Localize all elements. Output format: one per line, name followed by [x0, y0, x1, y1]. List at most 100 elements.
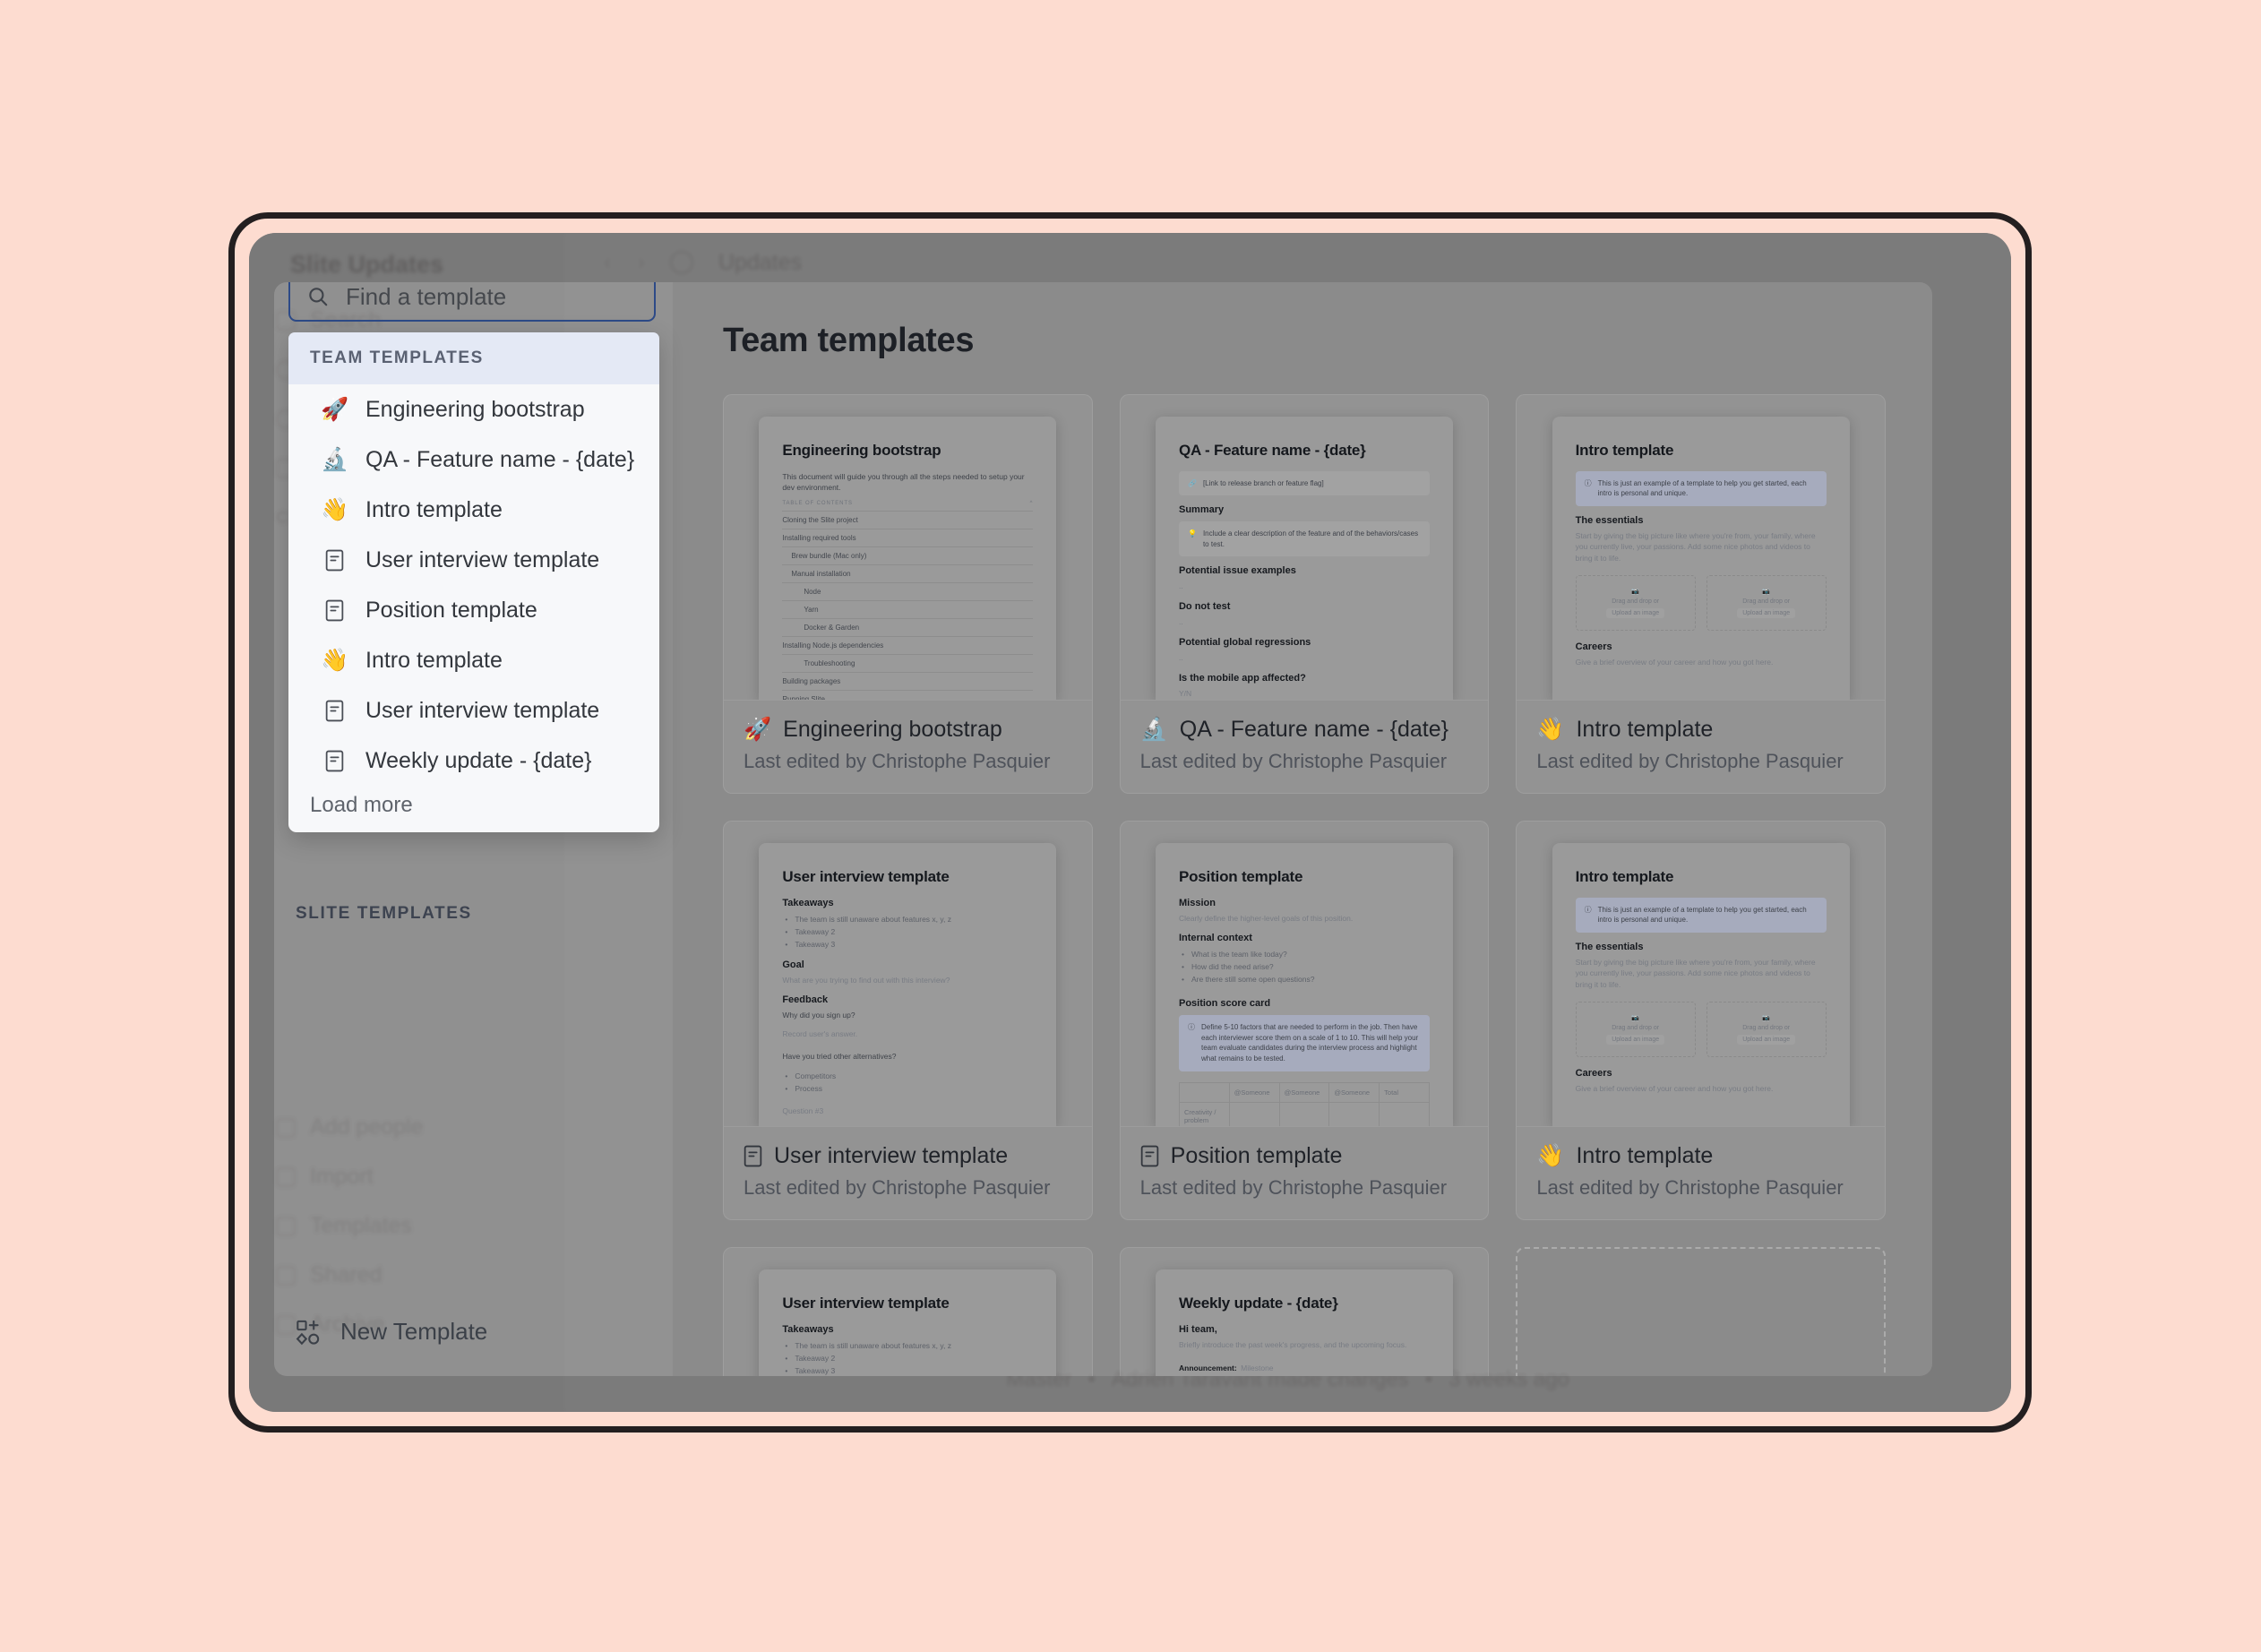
card-preview: User interview template Takeaways The te…	[724, 1248, 1092, 1376]
thumb-section-heading: Is the mobile app affected?	[1178, 672, 1306, 684]
image-icon: 📷	[1631, 1014, 1640, 1021]
dropdown-load-more-button[interactable]: Load more	[288, 786, 659, 823]
thumb-toc-label: TABLE OF CONTENTS ^	[782, 501, 1034, 512]
dropdown-item-qa-feature[interactable]: 🔬 QA - Feature name - {date}	[288, 435, 659, 485]
thumb-upload-row: 📷 Drag and drop or Upload an image 📷 Dra…	[1575, 1001, 1827, 1057]
document-icon	[744, 1145, 762, 1167]
summary-callout-text: Include a clear description of the featu…	[1202, 529, 1419, 548]
dropdown-item-label: Intro template	[365, 647, 503, 673]
wave-emoji: 👋	[321, 647, 349, 673]
thumb-takeaways-heading: Takeaways	[782, 897, 834, 908]
document-thumbnail: Intro template ⓘ This is just an example…	[1552, 843, 1850, 1126]
thumb-list-item: Takeaway 3	[782, 1364, 1033, 1376]
document-thumbnail: Weekly update - {date} Hi team, Briefly …	[1155, 1269, 1453, 1376]
dropdown-item-label: User interview template	[365, 546, 600, 572]
thumb-question-1: Why did you sign up?	[782, 1011, 855, 1020]
document-icon	[321, 700, 348, 722]
thumb-summary-heading: Summary	[1178, 504, 1225, 516]
table-cell	[1380, 1103, 1429, 1126]
thumb-list-item: How did the need arise?	[1179, 960, 1430, 973]
template-card-qa-feature[interactable]: QA - Feature name - {date} 🔗 [Link to re…	[1119, 394, 1490, 794]
thumb-list-item: What is the team like today?	[1179, 948, 1430, 960]
card-caption: 👋 Intro template Last edited by Christop…	[1517, 700, 1885, 793]
template-card-weekly-update[interactable]: Weekly update - {date} Hi team, Briefly …	[1119, 1247, 1490, 1376]
toc-row: Cloning the Slite project	[782, 512, 1034, 530]
thumb-careers-heading: Careers	[1575, 641, 1612, 652]
load-more-card-button[interactable]: Load more	[1516, 1247, 1886, 1376]
scorecard-callout-text: Define 5-10 factors that are needed to p…	[1200, 1023, 1419, 1063]
thumb-heading: User interview template	[782, 1295, 950, 1312]
card-title-row: 🔬 QA - Feature name - {date}	[1140, 717, 1469, 743]
new-template-label: New Template	[340, 1318, 488, 1345]
template-card-position[interactable]: Position template Mission Clearly define…	[1119, 821, 1490, 1220]
toc-label-text: TABLE OF CONTENTS	[782, 501, 853, 507]
template-card-user-interview-2[interactable]: User interview template Takeaways The te…	[723, 1247, 1093, 1376]
toc-row: Installing required tools	[782, 529, 1034, 548]
thumb-question-2: Have you tried other alternatives?	[782, 1051, 897, 1061]
dropdown-item-engineering-bootstrap[interactable]: 🚀 Engineering bootstrap	[288, 384, 659, 435]
dropdown-item-intro-template-2[interactable]: 👋 Intro template	[288, 635, 659, 685]
rocket-emoji: 🚀	[321, 396, 349, 422]
upload-hint: Drag and drop or	[1742, 598, 1791, 605]
thumb-section-value: ..	[1178, 581, 1183, 591]
thumb-upload-row: 📷 Drag and drop or Upload an image 📷 Dra…	[1575, 574, 1827, 631]
dropdown-item-label: Position template	[365, 597, 537, 623]
template-card-intro-template[interactable]: Intro template ⓘ This is just an example…	[1516, 394, 1886, 794]
templates-modal: Find a template TEAM TEMPLATES 🚀 Enginee…	[274, 282, 1932, 1376]
thumb-heading: Weekly update - {date}	[1178, 1295, 1338, 1312]
card-title-row: User interview template	[744, 1143, 1072, 1169]
image-icon: 📷	[1762, 1014, 1771, 1021]
card-caption: User interview template Last edited by C…	[724, 1126, 1092, 1219]
thumb-takeaways-heading: Takeaways	[782, 1323, 834, 1335]
template-dropdown: TEAM TEMPLATES 🚀 Engineering bootstrap 🔬…	[288, 332, 659, 832]
announcement-value: Milestone	[1241, 1364, 1274, 1373]
toc-row: Manual installation	[782, 565, 1034, 584]
dropdown-item-position-template[interactable]: Position template	[288, 585, 659, 635]
upload-chip: Upload an image	[1606, 1034, 1665, 1045]
card-subtitle: Last edited by Christophe Pasquier	[1139, 1176, 1448, 1199]
card-title: User interview template	[774, 1143, 1009, 1168]
card-preview: Intro template ⓘ This is just an example…	[1517, 395, 1885, 700]
toc-row: Installing Node.js dependencies	[782, 637, 1034, 656]
dropdown-item-user-interview-template-2[interactable]: User interview template	[288, 685, 659, 736]
search-icon	[306, 285, 330, 308]
dropdown-item-weekly-update[interactable]: Weekly update - {date}	[288, 736, 659, 786]
thumb-scorecard-table: @Someone @Someone @Someone Total Creativ…	[1178, 1081, 1430, 1126]
document-thumbnail: Engineering bootstrap This document will…	[759, 417, 1057, 700]
card-preview: QA - Feature name - {date} 🔗 [Link to re…	[1121, 395, 1489, 700]
toc-row: Docker & Garden	[782, 619, 1034, 638]
slite-templates-section-label: SLITE TEMPLATES	[296, 904, 472, 923]
template-card-engineering-bootstrap[interactable]: Engineering bootstrap This document will…	[723, 394, 1093, 794]
table-cell	[1329, 1102, 1380, 1126]
dropdown-item-intro-template[interactable]: 👋 Intro template	[288, 485, 659, 535]
image-icon: 📷	[1762, 588, 1771, 595]
search-input[interactable]: Find a template	[288, 282, 656, 322]
thumb-question-1-hint: Record user's answer.	[782, 1029, 858, 1039]
toc-row: Building packages	[782, 673, 1034, 692]
dropdown-item-user-interview-template[interactable]: User interview template	[288, 535, 659, 585]
upload-hint: Drag and drop or	[1612, 598, 1660, 605]
thumb-scorecard-callout: ⓘ Define 5-10 factors that are needed to…	[1178, 1015, 1430, 1071]
dropdown-item-label: Intro template	[365, 496, 503, 522]
thumb-careers-text: Give a brief overview of your career and…	[1575, 1083, 1774, 1093]
templates-sidebar: Find a template TEAM TEMPLATES 🚀 Enginee…	[274, 282, 673, 1376]
table-header-cell: @Someone	[1329, 1082, 1380, 1102]
thumb-section-value: Y/N	[1178, 688, 1192, 698]
template-card-user-interview[interactable]: User interview template Takeaways The te…	[723, 821, 1093, 1220]
upload-dropzone: 📷 Drag and drop or Upload an image	[1706, 1001, 1827, 1057]
table-header-cell: @Someone	[1230, 1082, 1280, 1102]
search-container: Find a template	[288, 282, 656, 322]
new-template-button[interactable]: New Template	[296, 1318, 487, 1346]
device-screen: Slite Updates Search Updates Questions K…	[249, 233, 2011, 1412]
thumb-context-heading: Internal context	[1178, 933, 1252, 944]
card-subtitle: Last edited by Christophe Pasquier	[744, 750, 1051, 772]
document-thumbnail: Position template Mission Clearly define…	[1155, 843, 1453, 1126]
thumb-list-item: Takeaway 2	[782, 1352, 1033, 1364]
template-card-intro-template-2[interactable]: Intro template ⓘ This is just an example…	[1516, 821, 1886, 1220]
device-frame: Slite Updates Search Updates Questions K…	[228, 212, 2032, 1433]
thumb-list-item: Takeaway 2	[782, 925, 1033, 938]
card-caption: 🚀 Engineering bootstrap Last edited by C…	[724, 700, 1092, 793]
thumb-summary-callout: 💡 Include a clear description of the fea…	[1178, 521, 1430, 557]
card-preview: User interview template Takeaways The te…	[724, 822, 1092, 1126]
toc-row: Troubleshooting	[782, 655, 1034, 674]
